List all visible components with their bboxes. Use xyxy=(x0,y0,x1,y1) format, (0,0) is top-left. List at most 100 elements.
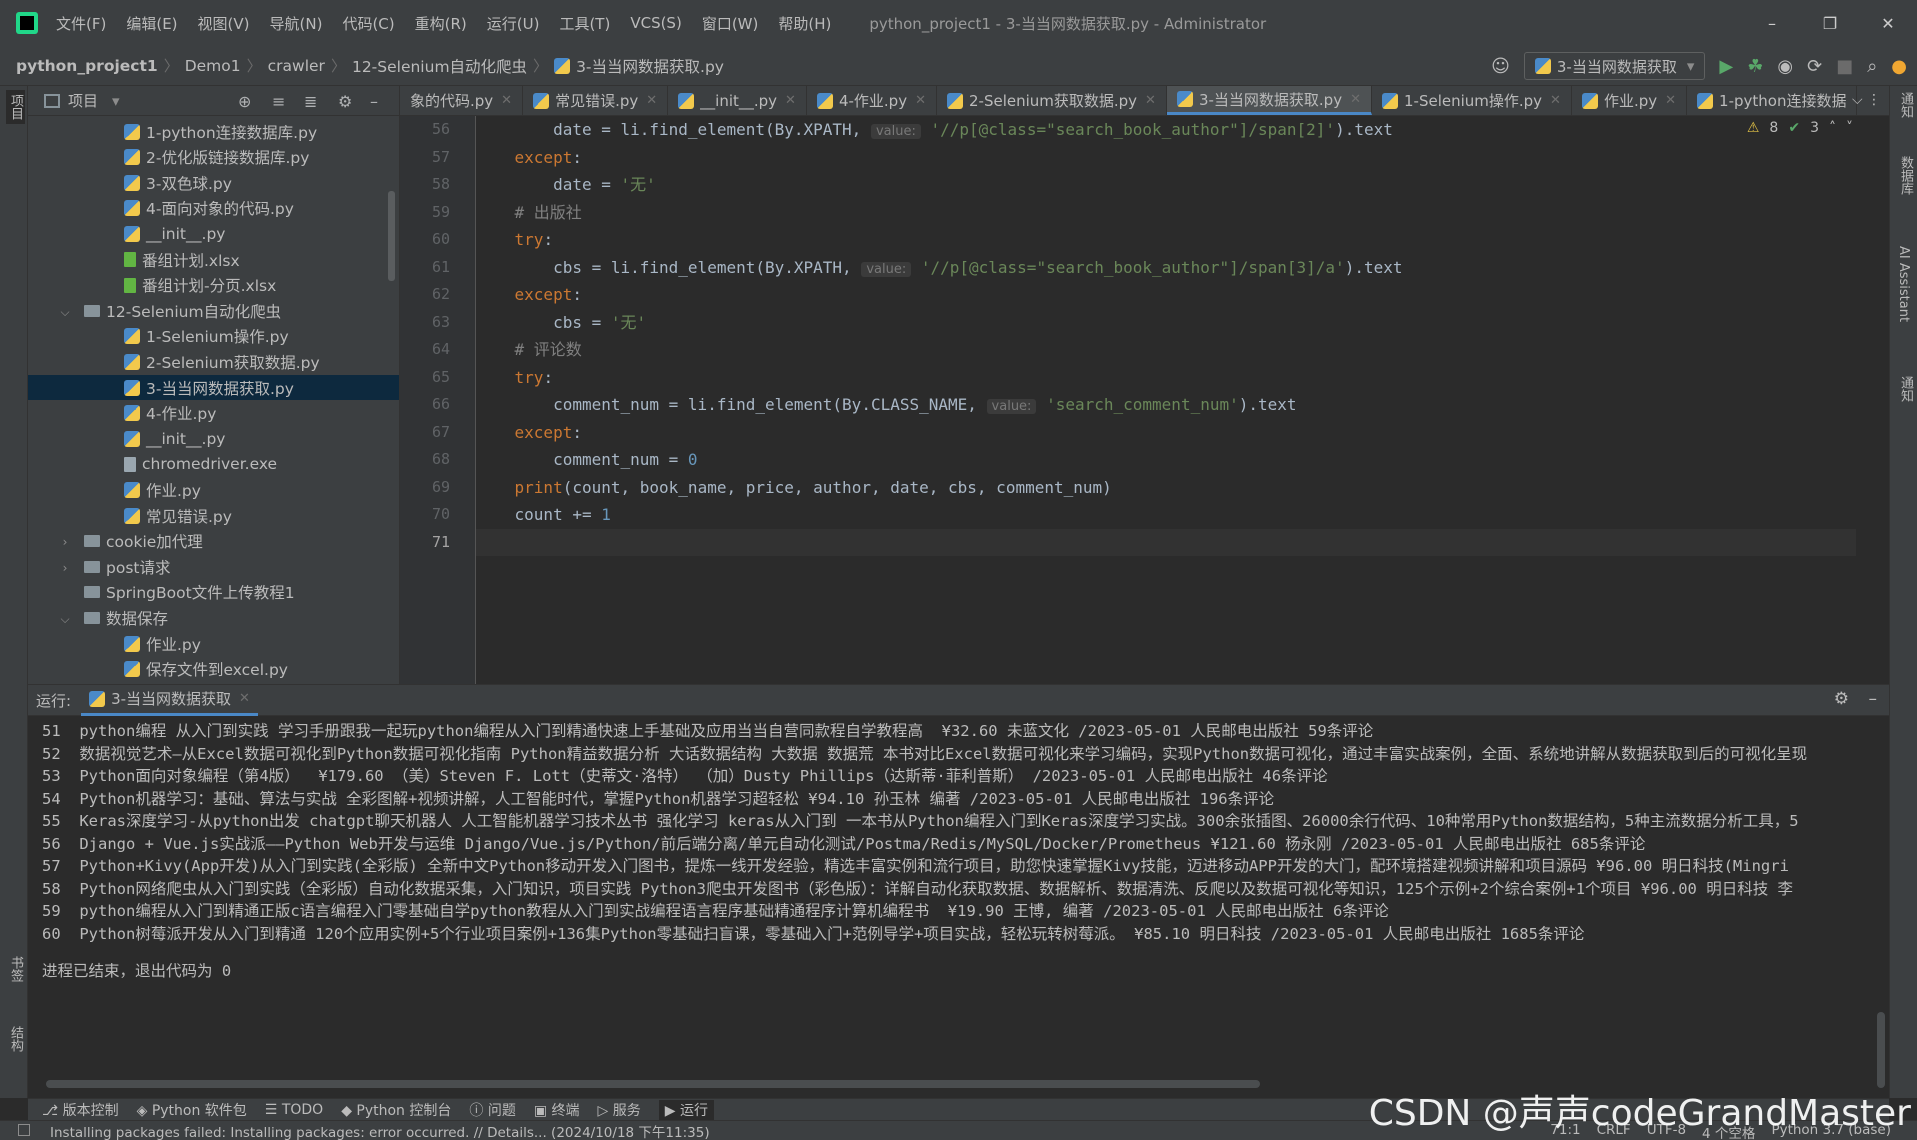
close-icon[interactable]: ✕ xyxy=(646,93,657,108)
chevron-down-icon[interactable]: ⌵ xyxy=(58,305,72,320)
menu-run[interactable]: 运行(U) xyxy=(487,13,540,34)
project-tree-item[interactable]: 1-Selenium操作.py xyxy=(28,324,399,349)
menu-help[interactable]: 帮助(H) xyxy=(778,13,831,34)
code-line-58[interactable]: date = '无' xyxy=(476,171,1856,199)
code-line-67[interactable]: except: xyxy=(476,419,1856,447)
code-line-62[interactable]: except: xyxy=(476,281,1856,309)
project-tree-item[interactable]: 1-python连接数据库.py xyxy=(28,119,399,144)
gear-icon[interactable]: ⚙ xyxy=(1834,689,1849,709)
close-icon[interactable]: ✕ xyxy=(1145,93,1156,108)
editor-tab[interactable]: 1-python连接数据 xyxy=(1687,86,1858,115)
notifications-tool-button[interactable]: 通知 xyxy=(1896,92,1915,118)
chevron-down-icon[interactable]: ˅ xyxy=(1846,120,1853,136)
notifications-bell-button[interactable]: 通知 xyxy=(1896,376,1915,402)
project-tree-item[interactable]: 番组计划-分页.xlsx xyxy=(28,273,399,298)
breadcrumb-demo1[interactable]: Demo1 xyxy=(185,57,241,75)
todo-tool-button[interactable]: ☰ TODO xyxy=(265,1102,323,1118)
project-tree-item[interactable]: 番组计划.xlsx xyxy=(28,247,399,272)
menu-refactor[interactable]: 重构(R) xyxy=(415,13,467,34)
editor-tab[interactable]: __init__.py ✕ xyxy=(668,86,807,115)
tabs-dropdown-icon[interactable]: ⌵ ⋮ xyxy=(1852,92,1881,108)
project-tree-item[interactable]: 2-优化版链接数据库.py xyxy=(28,145,399,170)
project-tree-item[interactable]: SpringBoot文件上传教程1 xyxy=(28,580,399,605)
chevron-down-icon[interactable]: ⌵ xyxy=(58,612,72,627)
run-icon[interactable]: ▶ xyxy=(1719,56,1733,77)
chevron-down-icon[interactable]: ▾ xyxy=(112,92,120,110)
python-packages-tool-button[interactable]: ◈ Python 软件包 xyxy=(137,1100,247,1120)
project-tree-item[interactable]: ⌵ 数据保存 xyxy=(28,605,399,630)
menu-vcs[interactable]: VCS(S) xyxy=(630,14,681,32)
collapse-all-icon[interactable]: ≣ xyxy=(304,92,317,111)
run-console[interactable]: 51 python编程 从入门到实践 学习手册跟我一起玩python编程从入门到… xyxy=(28,716,1889,1098)
inspection-widget[interactable]: ⚠ 8 ✔ 3 ˄ ˅ xyxy=(1747,120,1853,136)
project-panel-title[interactable]: 项目 xyxy=(68,90,98,111)
project-tree-item[interactable]: 常见错误.py xyxy=(28,503,399,528)
menu-view[interactable]: 视图(V) xyxy=(198,13,250,34)
code-line-71[interactable] xyxy=(476,528,1856,556)
breadcrumb-selenium-folder[interactable]: 12-Selenium自动化爬虫 xyxy=(352,55,527,77)
toggle-tool-windows-icon[interactable] xyxy=(18,1124,30,1136)
services-tool-button[interactable]: ▷ 服务 xyxy=(598,1100,641,1120)
editor-tab[interactable]: 1-Selenium操作.py ✕ xyxy=(1372,86,1572,115)
editor-tab[interactable]: 2-Selenium获取数据.py ✕ xyxy=(937,86,1167,115)
debug-icon[interactable]: ☘ xyxy=(1747,56,1763,77)
code-line-59[interactable]: # 出版社 xyxy=(476,199,1856,227)
breadcrumb-file[interactable]: 3-当当网数据获取.py xyxy=(576,55,724,77)
code-line-68[interactable]: comment_num = 0 xyxy=(476,446,1856,474)
restore-window-button[interactable]: ❐ xyxy=(1801,0,1859,46)
console-vertical-scrollbar[interactable] xyxy=(1877,1012,1885,1088)
run-configuration-select[interactable]: 3-当当网数据获取 ▾ xyxy=(1523,52,1706,80)
chevron-up-icon[interactable]: ˄ xyxy=(1829,120,1836,136)
run-tab[interactable]: 3-当当网数据获取 ✕ xyxy=(81,684,258,716)
code-line-57[interactable]: except: xyxy=(476,144,1856,172)
stop-icon[interactable]: ■ xyxy=(1836,56,1853,77)
editor-tab[interactable]: 作业.py ✕ xyxy=(1572,86,1688,115)
close-icon[interactable]: ✕ xyxy=(785,93,796,108)
close-icon[interactable]: ✕ xyxy=(915,93,926,108)
project-tree-item[interactable]: 3-双色球.py xyxy=(28,170,399,195)
project-tree-item[interactable]: 作业.py xyxy=(28,477,399,502)
project-tree-item[interactable]: __init__.py xyxy=(28,221,399,246)
code-line-65[interactable]: try: xyxy=(476,364,1856,392)
chevron-right-icon[interactable]: › xyxy=(58,561,72,575)
code-line-63[interactable]: cbs = '无' xyxy=(476,309,1856,337)
project-tree-item[interactable]: 2-Selenium获取数据.py xyxy=(28,349,399,374)
project-tree-item[interactable]: 4-作业.py xyxy=(28,401,399,426)
project-tree-scrollbar[interactable] xyxy=(388,191,395,281)
version-control-tool-button[interactable]: ⎇ 版本控制 xyxy=(42,1100,119,1120)
close-icon[interactable]: ✕ xyxy=(1550,93,1561,108)
ai-assistant-tool-button[interactable]: AI Assistant xyxy=(1896,246,1911,322)
editor-tab[interactable]: 象的代码.py ✕ xyxy=(400,86,524,115)
code-line-61[interactable]: cbs = li.find_element(By.XPATH, value: '… xyxy=(476,254,1856,282)
console-horizontal-scrollbar[interactable] xyxy=(46,1080,1260,1088)
menu-navigate[interactable]: 导航(N) xyxy=(270,13,323,34)
run-tool-button[interactable]: ▶ 运行 xyxy=(658,1099,714,1120)
project-tree-item[interactable]: chromedriver.exe xyxy=(28,452,399,477)
code-line-64[interactable]: # 评论数 xyxy=(476,336,1856,364)
code-line-69[interactable]: print(count, book_name, price, author, d… xyxy=(476,474,1856,502)
python-console-tool-button[interactable]: ◆ Python 控制台 xyxy=(341,1100,451,1120)
project-tree-item[interactable]: 保存文件到excel.py xyxy=(28,657,399,682)
breadcrumb-project[interactable]: python_project1 xyxy=(16,57,158,75)
menu-window[interactable]: 窗口(W) xyxy=(702,13,759,34)
bookmarks-tool-button[interactable]: 书签 xyxy=(6,956,25,982)
editor-tab[interactable]: 3-当当网数据获取.py ✕ xyxy=(1166,86,1372,115)
chevron-right-icon[interactable]: › xyxy=(58,535,72,549)
hide-panel-icon[interactable]: – xyxy=(370,92,378,111)
code-editor[interactable]: 56 57 58 59 60 61 62 63 64 65 66 67 68 69 70 71 date = … xyxy=(400,116,1889,684)
minimize-window-button[interactable]: – xyxy=(1743,0,1801,46)
problems-tool-button[interactable]: ⓘ 问题 xyxy=(469,1100,515,1120)
breadcrumb-crawler[interactable]: crawler xyxy=(268,57,325,75)
coverage-icon[interactable]: ◉ xyxy=(1777,56,1793,77)
code-line-60[interactable]: try: xyxy=(476,226,1856,254)
project-tree-item[interactable]: 作业.py xyxy=(28,631,399,656)
project-tree-item[interactable]: __init__.py xyxy=(28,426,399,451)
expand-all-icon[interactable]: ≡ xyxy=(272,92,285,111)
project-tree-item[interactable]: ⌵ 12-Selenium自动化爬虫 xyxy=(28,298,399,323)
code-line-56[interactable]: date = li.find_element(By.XPATH, value: … xyxy=(476,116,1856,144)
updates-icon[interactable]: ● xyxy=(1891,56,1907,77)
code-line-70[interactable]: count += 1 xyxy=(476,501,1856,529)
minimize-panel-icon[interactable]: – xyxy=(1869,689,1878,709)
close-icon[interactable]: ✕ xyxy=(239,691,250,706)
close-icon[interactable]: ✕ xyxy=(1350,92,1361,107)
